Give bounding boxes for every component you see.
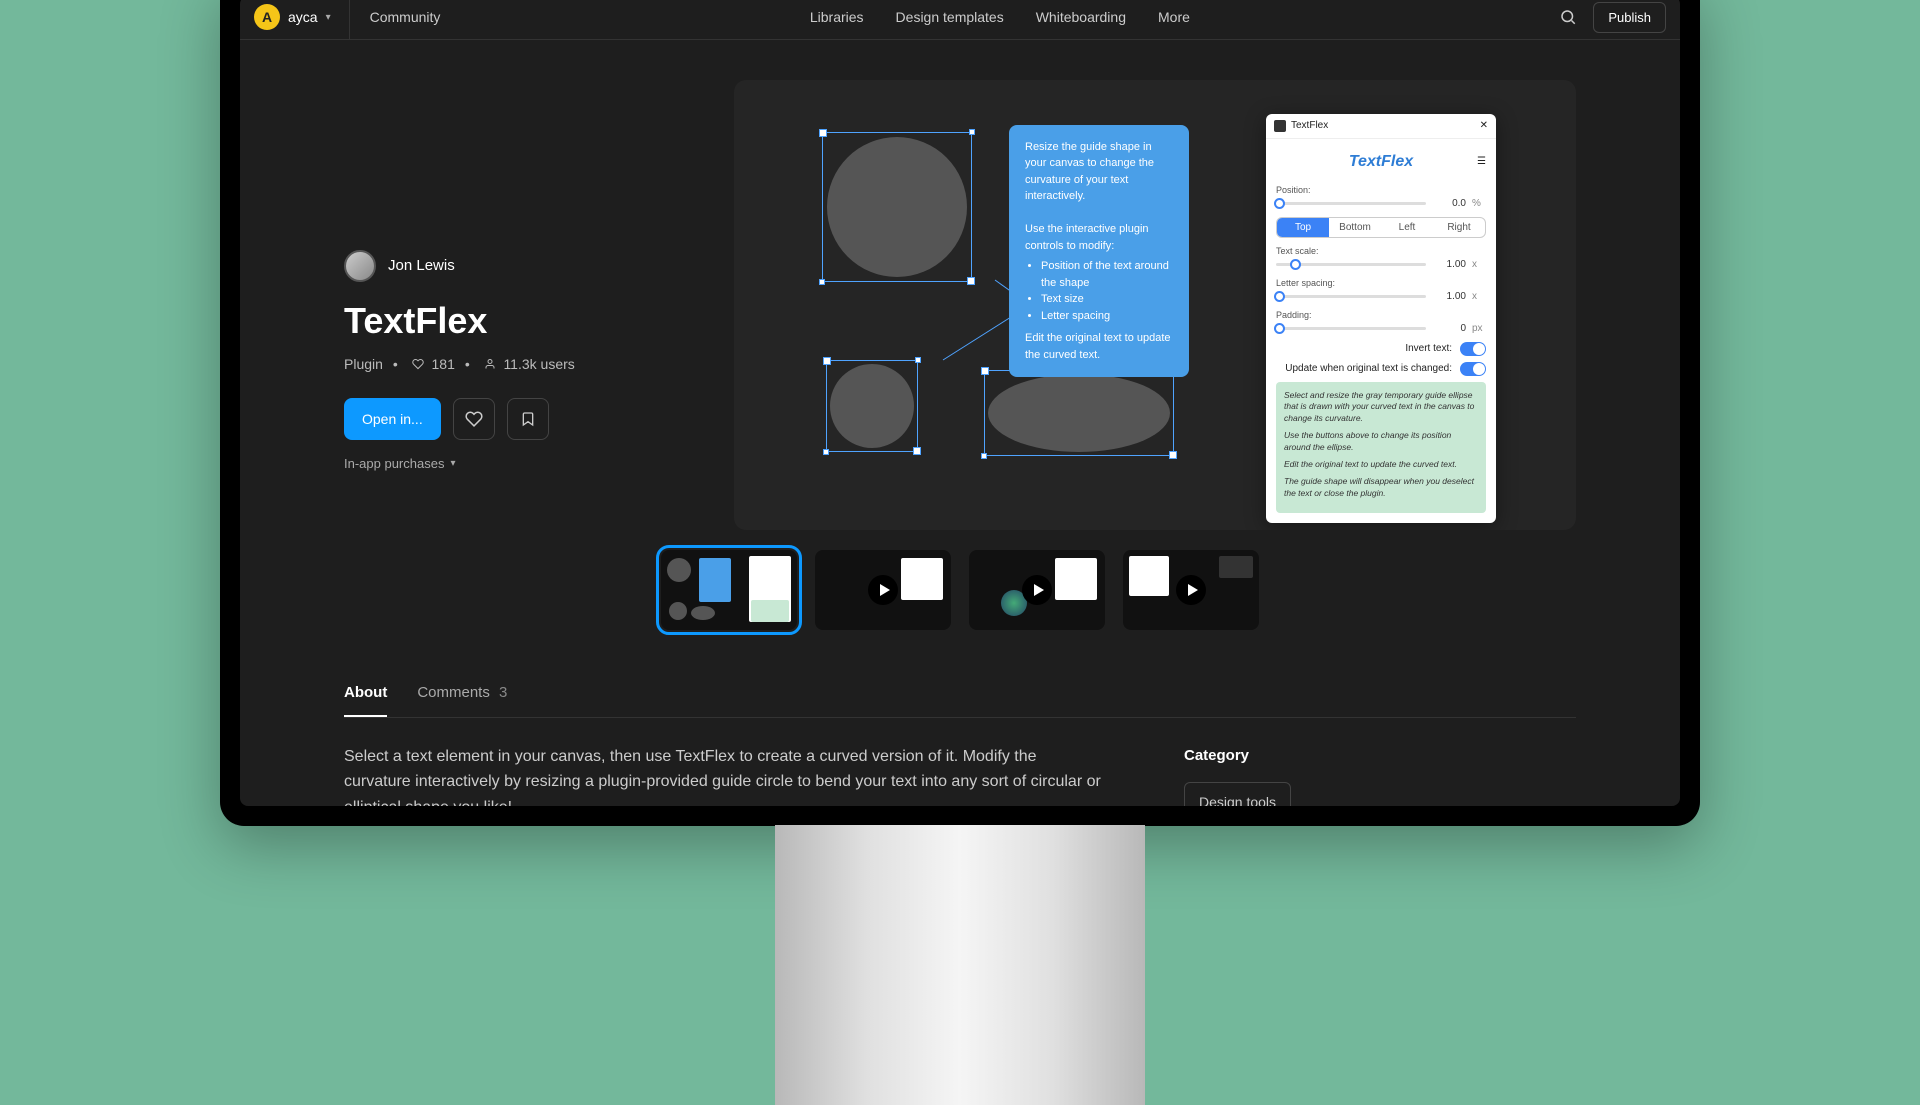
meta-likes: 181 <box>393 356 455 372</box>
tab-top[interactable]: Top <box>1277 218 1329 237</box>
spacing-value: 1.00 <box>1432 291 1466 302</box>
hero-note: Resize the guide shape in your canvas to… <box>1009 125 1189 378</box>
close-icon[interactable]: ✕ <box>1480 120 1488 131</box>
author-link[interactable]: Jon Lewis <box>344 250 694 282</box>
nav-whiteboarding[interactable]: Whiteboarding <box>1036 9 1126 25</box>
thumbnail-strip <box>344 550 1576 630</box>
padding-slider[interactable] <box>1276 327 1426 330</box>
play-icon <box>1176 575 1206 605</box>
menu-icon[interactable]: ☰ <box>1477 156 1486 167</box>
user-menu[interactable]: A ayca ▾ <box>254 0 350 39</box>
thumbnail-1[interactable] <box>661 550 797 630</box>
tab-left[interactable]: Left <box>1381 218 1433 237</box>
author-name: Jon Lewis <box>388 257 455 274</box>
play-icon <box>868 575 898 605</box>
tab-comments[interactable]: Comments 3 <box>417 670 507 717</box>
user-name: ayca <box>288 9 318 25</box>
plugin-tip: Select and resize the gray temporary gui… <box>1276 382 1486 513</box>
bookmark-button[interactable] <box>507 398 549 440</box>
comments-count: 3 <box>499 684 507 701</box>
hero-preview: Resize the guide shape in your canvas to… <box>734 80 1576 530</box>
user-avatar: A <box>254 4 280 30</box>
in-app-purchases[interactable]: In-app purchases ▾ <box>344 456 694 471</box>
scale-value: 1.00 <box>1432 259 1466 270</box>
scale-label: Text scale: <box>1276 246 1486 256</box>
nav-libraries[interactable]: Libraries <box>810 9 864 25</box>
nav-templates[interactable]: Design templates <box>896 9 1004 25</box>
thumbnail-3[interactable] <box>969 550 1105 630</box>
play-icon <box>1022 575 1052 605</box>
spacing-label: Letter spacing: <box>1276 278 1486 288</box>
like-button[interactable] <box>453 398 495 440</box>
nav-community[interactable]: Community <box>370 9 441 25</box>
topbar: A ayca ▾ Community Libraries Design temp… <box>240 0 1680 40</box>
tab-right[interactable]: Right <box>1433 218 1485 237</box>
meta-users: 11.3k users <box>465 356 575 372</box>
chevron-down-icon: ▾ <box>450 458 455 469</box>
padding-value: 0 <box>1432 323 1466 334</box>
update-toggle[interactable] <box>1460 362 1486 376</box>
section-tabs: About Comments 3 <box>344 670 1576 718</box>
position-tabs: Top Bottom Left Right <box>1276 217 1486 238</box>
nav-more[interactable]: More <box>1158 9 1190 25</box>
plugin-logo: TextFlex <box>1349 145 1413 179</box>
plugin-icon <box>1274 120 1286 132</box>
position-label: Position: <box>1276 185 1486 195</box>
publish-button[interactable]: Publish <box>1593 2 1666 33</box>
open-in-button[interactable]: Open in... <box>344 398 441 440</box>
author-avatar <box>344 250 376 282</box>
position-value: 0.0 <box>1432 198 1466 209</box>
meta-type: Plugin <box>344 356 383 372</box>
padding-label: Padding: <box>1276 310 1486 320</box>
invert-label: Invert text: <box>1405 343 1452 354</box>
invert-toggle[interactable] <box>1460 342 1486 356</box>
search-icon[interactable] <box>1559 8 1577 26</box>
thumbnail-4[interactable] <box>1123 550 1259 630</box>
plugin-window-title: TextFlex <box>1291 120 1328 131</box>
category-tag[interactable]: Design tools <box>1184 782 1291 806</box>
position-slider[interactable] <box>1276 202 1426 205</box>
category-label: Category <box>1184 744 1444 768</box>
tab-about[interactable]: About <box>344 670 387 717</box>
spacing-slider[interactable] <box>1276 295 1426 298</box>
scale-slider[interactable] <box>1276 263 1426 266</box>
thumbnail-2[interactable] <box>815 550 951 630</box>
update-label: Update when original text is changed: <box>1285 363 1452 374</box>
tab-bottom[interactable]: Bottom <box>1329 218 1381 237</box>
plugin-meta: Plugin 181 11.3k users <box>344 356 694 372</box>
plugin-window: TextFlex ✕ TextFlex ☰ Position: <box>1266 114 1496 523</box>
plugin-description: Select a text element in your canvas, th… <box>344 744 1104 806</box>
chevron-down-icon: ▾ <box>326 12 331 23</box>
plugin-title: TextFlex <box>344 300 694 342</box>
